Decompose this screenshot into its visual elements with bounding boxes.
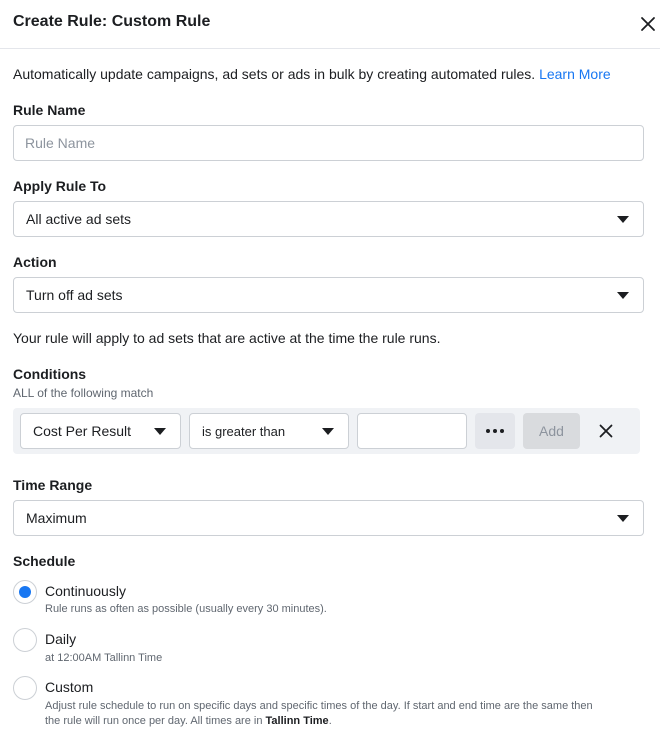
close-button[interactable]: [638, 14, 658, 34]
learn-more-link[interactable]: Learn More: [539, 66, 611, 82]
rule-name-input[interactable]: [14, 126, 643, 160]
schedule-option-desc: at 12:00AM Tallinn Time: [45, 652, 163, 664]
dialog-title: Create Rule: Custom Rule: [13, 13, 211, 30]
rule-name-label: Rule Name: [13, 102, 86, 118]
dialog-header: Create Rule: Custom Rule: [0, 0, 660, 49]
condition-metric-value: Cost Per Result: [33, 423, 132, 439]
more-dots-icon: [500, 429, 504, 433]
condition-value-input[interactable]: [358, 414, 466, 448]
apply-rule-to-label: Apply Rule To: [13, 178, 107, 194]
more-dots-icon: [493, 429, 497, 433]
schedule-option-title: Daily: [45, 631, 77, 647]
caret-down-icon: [617, 515, 629, 522]
schedule-daily-radio[interactable]: [13, 628, 37, 652]
caret-down-icon: [154, 428, 166, 435]
schedule-option-desc: Rule runs as often as possible (usually …: [45, 603, 327, 615]
apply-rule-to-value: All active ad sets: [26, 211, 132, 227]
schedule-option-desc: Adjust rule schedule to run on specific …: [45, 700, 593, 727]
caret-down-icon: [617, 216, 629, 223]
time-range-value: Maximum: [26, 510, 87, 526]
close-icon: [641, 17, 655, 31]
condition-metric-select[interactable]: Cost Per Result: [20, 413, 181, 449]
condition-operator-value: is greater than: [202, 424, 286, 439]
caret-down-icon: [322, 428, 334, 435]
apply-rule-to-select[interactable]: All active ad sets: [13, 201, 644, 237]
caret-down-icon: [617, 292, 629, 299]
intro-text: Automatically update campaigns, ad sets …: [13, 66, 611, 82]
more-options-button[interactable]: [475, 413, 515, 449]
action-value: Turn off ad sets: [26, 287, 123, 303]
action-select[interactable]: Turn off ad sets: [13, 277, 644, 313]
condition-row: Cost Per Result is greater than Add: [13, 408, 640, 454]
time-range-select[interactable]: Maximum: [13, 500, 644, 536]
schedule-custom-radio[interactable]: [13, 676, 37, 700]
remove-condition-button[interactable]: [598, 423, 614, 439]
schedule-option-title: Continuously: [45, 583, 126, 599]
schedule-label: Schedule: [13, 553, 76, 569]
action-label: Action: [13, 254, 57, 270]
rule-name-field-wrapper: [13, 125, 644, 161]
conditions-sublabel: ALL of the following match: [13, 386, 154, 400]
condition-value-field: [357, 413, 467, 449]
time-range-label: Time Range: [13, 477, 93, 493]
add-condition-button[interactable]: Add: [523, 413, 580, 449]
conditions-label: Conditions: [13, 366, 87, 382]
rule-scope-note: Your rule will apply to ad sets that are…: [13, 330, 441, 346]
close-icon: [599, 424, 613, 438]
schedule-continuously-radio[interactable]: [13, 580, 37, 604]
condition-operator-select[interactable]: is greater than: [189, 413, 349, 449]
schedule-option-title: Custom: [45, 679, 94, 695]
more-dots-icon: [486, 429, 490, 433]
